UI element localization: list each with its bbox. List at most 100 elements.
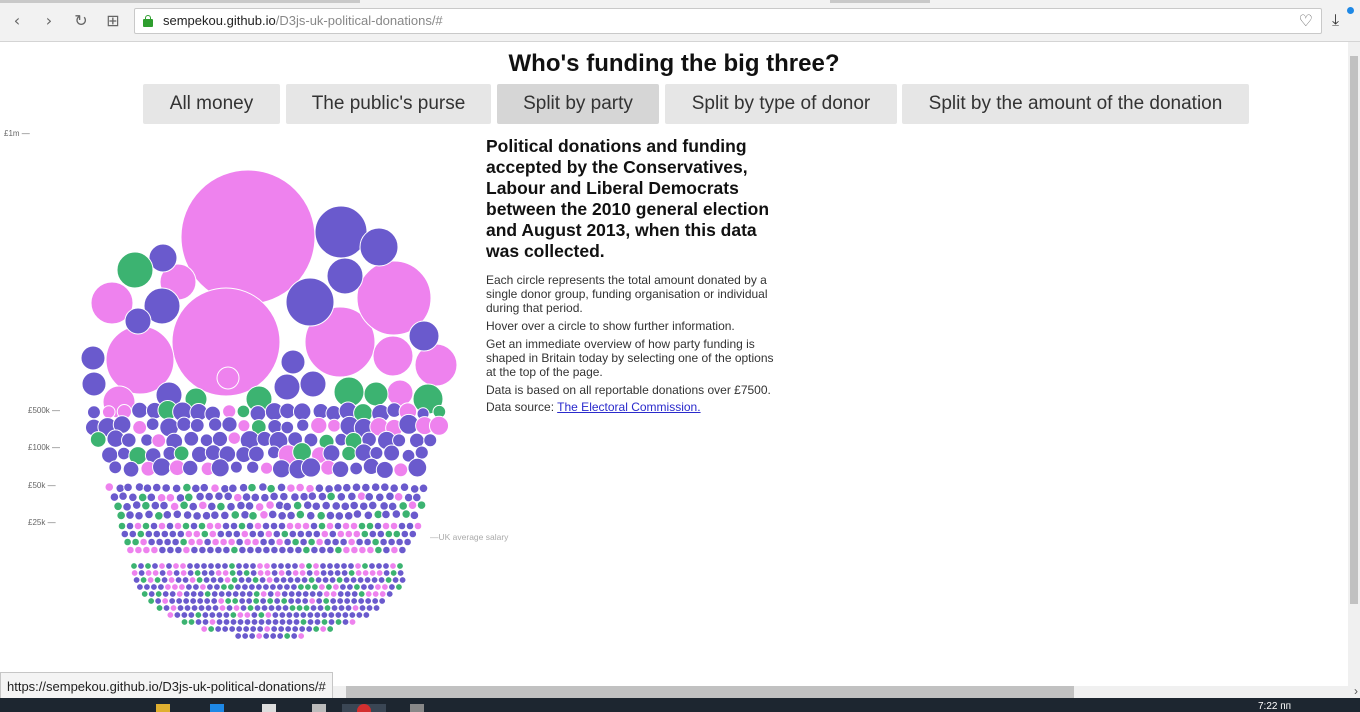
donor-bubble[interactable] [260,461,274,475]
donor-bubble[interactable] [221,562,229,570]
donor-bubble[interactable] [159,500,169,511]
donor-bubble[interactable] [152,529,162,539]
donor-bubble[interactable] [158,562,166,570]
donation-bubble-chart[interactable] [0,42,520,686]
donor-bubble[interactable] [245,521,255,531]
donor-bubble[interactable] [160,576,169,584]
donor-bubble[interactable] [342,576,351,584]
donor-bubble[interactable] [173,521,183,531]
donor-bubble[interactable] [291,562,299,570]
donor-bubble[interactable] [375,460,394,479]
donor-bubble[interactable] [298,569,307,577]
donor-bubble[interactable] [308,597,317,605]
donor-bubble[interactable] [381,583,389,591]
donor-bubble[interactable] [149,521,159,531]
donor-bubble[interactable] [343,590,352,598]
donor-bubble[interactable] [174,545,183,555]
donor-bubble[interactable] [357,521,367,531]
donor-bubble[interactable] [307,491,318,502]
donor-bubble[interactable] [276,632,285,640]
donor-bubble[interactable] [255,583,263,591]
donor-bubble[interactable] [249,569,258,577]
donor-bubble[interactable] [184,529,194,539]
donor-bubble[interactable] [348,618,357,626]
donor-bubble[interactable] [154,597,163,605]
donor-bubble[interactable] [267,604,276,612]
donor-bubble[interactable] [357,597,366,605]
donor-bubble[interactable] [271,459,292,479]
donor-bubble[interactable] [168,597,177,605]
donor-bubble[interactable] [349,500,359,511]
donor-bubble[interactable] [295,482,305,493]
donor-bubble[interactable] [168,529,178,539]
donor-bubble[interactable] [304,529,314,539]
donor-bubble[interactable] [384,529,394,539]
donor-bubble[interactable] [262,583,270,591]
donor-bubble[interactable] [141,521,151,531]
donor-bubble[interactable] [302,500,313,510]
donor-bubble[interactable] [144,562,152,570]
donor-bubble[interactable] [408,320,440,352]
donor-bubble[interactable] [385,491,395,502]
donor-bubble[interactable] [298,625,307,633]
donor-bubble[interactable] [179,500,189,511]
donor-bubble[interactable] [280,590,289,598]
donor-bubble[interactable] [329,590,338,598]
donor-bubble[interactable] [364,492,375,502]
donor-bubble[interactable] [321,500,331,511]
donor-bubble[interactable] [298,562,306,570]
donor-bubble[interactable] [133,521,143,531]
donor-bubble[interactable] [235,537,244,547]
donor-bubble[interactable] [189,597,198,605]
donor-bubble[interactable] [237,576,246,584]
donor-bubble[interactable] [203,537,212,547]
donor-bubble[interactable] [256,562,264,570]
donor-bubble[interactable] [361,562,369,570]
donor-bubble[interactable] [144,509,154,520]
donor-bubble[interactable] [144,529,154,539]
donor-bubble[interactable] [261,521,271,531]
donor-bubble[interactable] [165,492,176,503]
donor-bubble[interactable] [379,501,389,511]
donor-bubble[interactable] [246,604,255,612]
donor-bubble[interactable] [165,521,175,531]
donor-bubble[interactable] [273,597,282,605]
donor-bubble[interactable] [326,625,335,633]
donor-bubble[interactable] [158,545,167,555]
donor-bubble[interactable] [266,597,275,605]
donor-bubble[interactable] [396,562,404,570]
donor-bubble[interactable] [231,597,240,605]
donor-bubble[interactable] [181,576,190,584]
donor-bubble[interactable] [125,521,135,531]
donor-bubble[interactable] [134,510,144,521]
donor-bubble[interactable] [237,521,247,531]
donor-bubble[interactable] [241,583,249,591]
donor-bubble[interactable] [385,590,394,598]
donor-bubble[interactable] [329,597,338,605]
vertical-scroll-thumb[interactable] [1350,56,1358,604]
donor-bubble[interactable] [325,510,336,521]
donor-bubble[interactable] [234,583,242,591]
donor-bubble[interactable] [249,562,257,570]
donor-bubble[interactable] [262,545,271,555]
donor-bubble[interactable] [118,491,128,501]
donor-bubble[interactable] [322,590,331,598]
donor-bubble[interactable] [120,529,130,539]
donor-bubble[interactable] [284,562,292,570]
donor-bubble[interactable] [146,492,157,503]
donor-bubble[interactable] [358,545,367,555]
donor-bubble[interactable] [230,510,241,520]
donor-bubble[interactable] [347,569,356,577]
donor-bubble[interactable] [189,418,205,433]
donor-bubble[interactable] [291,569,300,577]
donor-bubble[interactable] [399,482,410,492]
donor-bubble[interactable] [227,583,235,591]
donor-bubble[interactable] [232,492,243,503]
donor-bubble[interactable] [180,611,189,619]
donor-bubble[interactable] [409,484,420,494]
donor-bubble[interactable] [243,618,252,626]
donor-bubble[interactable] [364,597,373,605]
donor-bubble[interactable] [208,529,218,539]
donor-bubble[interactable] [249,625,258,633]
donor-bubble[interactable] [382,569,391,577]
